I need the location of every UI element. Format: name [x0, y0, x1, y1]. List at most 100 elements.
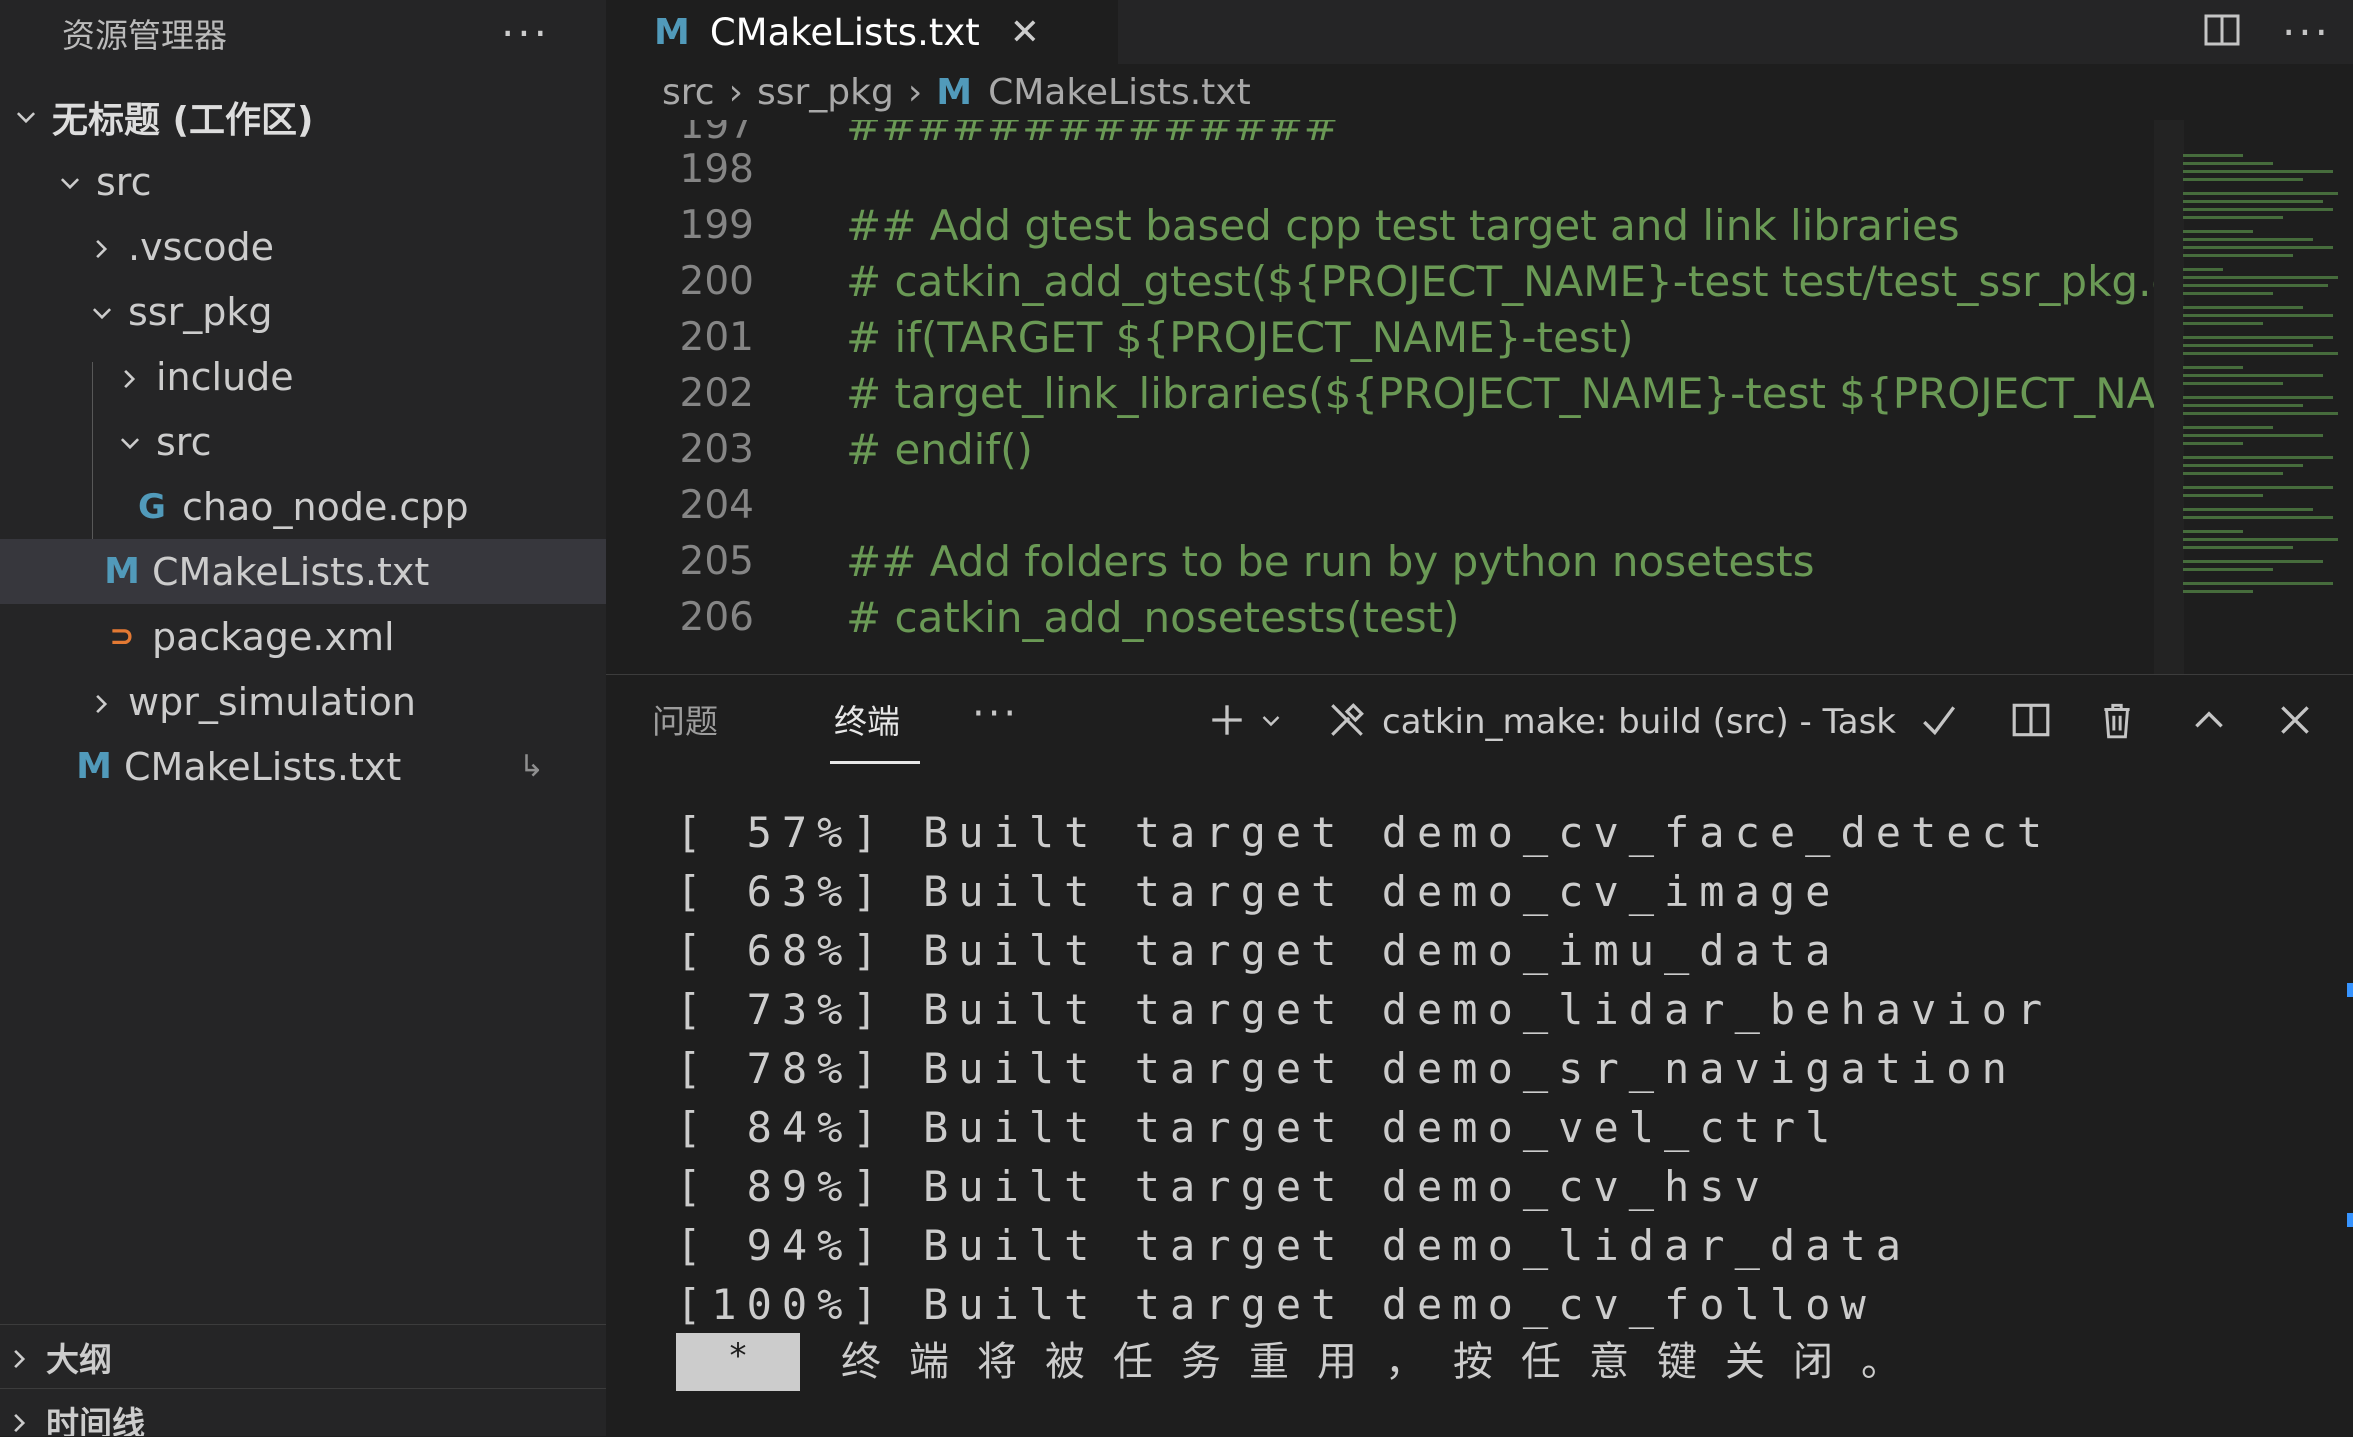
close-panel-icon[interactable] — [2274, 699, 2316, 745]
tree-item-workspace[interactable]: 无标题 (工作区) — [0, 84, 606, 149]
chevron-right-icon: › — [728, 71, 743, 113]
chevron-right-icon: › — [907, 71, 923, 113]
editor-more-icon[interactable]: ··· — [2282, 8, 2331, 57]
code-line: 202 # target_link_libraries(${PROJECT_NAM… — [606, 366, 2154, 422]
breadcrumb: src › ssr_pkg › M CMakeLists.txt — [606, 64, 2353, 120]
chevron-down-icon — [82, 290, 122, 334]
tree-item-chao-node-cpp[interactable]: G chao_node.cpp — [0, 474, 606, 539]
line-number: 201 — [679, 315, 754, 360]
tree-item-label: 无标题 (工作区) — [52, 99, 314, 141]
explorer-sidebar: 资源管理器 ··· 无标题 (工作区) src .vscode ssr_pkg … — [0, 0, 606, 1436]
tree-item-label: .vscode — [128, 224, 275, 269]
check-icon — [1918, 699, 1960, 745]
terminal-line: [ 63%] Built target demo_cv_image — [676, 867, 1841, 916]
maximize-panel-icon[interactable] — [2188, 699, 2230, 745]
new-terminal-icon[interactable] — [1206, 699, 1248, 745]
tree-item-wpr-simulation[interactable]: wpr_simulation — [0, 669, 606, 734]
code-line: 201 # if(TARGET ${PROJECT_NAME}-test) — [606, 310, 2154, 366]
tree-item-include[interactable]: include — [0, 344, 606, 409]
tree-item-package-xml[interactable]: ⊃ package.xml — [0, 604, 606, 669]
code-text: ## Add folders to be run by python noset… — [846, 537, 1815, 586]
line-number: 204 — [679, 483, 754, 528]
chevron-right-icon — [110, 355, 150, 399]
tree-item-src-inner[interactable]: src — [0, 409, 606, 474]
terminal-line: [100%] Built target demo_cv_follow — [676, 1280, 1876, 1329]
breadcrumb-item[interactable]: ssr_pkg — [757, 72, 894, 113]
line-number: 203 — [679, 427, 754, 472]
terminal-line: [ 78%] Built target demo_sr_navigation — [676, 1044, 2017, 1093]
line-number: 206 — [679, 595, 754, 640]
terminal-line: [ 84%] Built target demo_vel_ctrl — [676, 1103, 1841, 1152]
code-line: 206 # catkin_add_nosetests(test) — [606, 590, 2154, 646]
trash-icon[interactable] — [2096, 699, 2138, 745]
code-line: 204 — [606, 478, 2154, 534]
tree-item-cmakelists-root[interactable]: M CMakeLists.txt ↳ — [0, 734, 606, 799]
explorer-more-icon[interactable]: ··· — [501, 9, 550, 58]
cmake-file-icon: M — [76, 746, 112, 787]
terminal-line: [ 89%] Built target demo_cv_hsv — [676, 1162, 1770, 1211]
close-icon[interactable]: ✕ — [1010, 12, 1040, 53]
tab-cmakelists[interactable]: M CMakeLists.txt ✕ — [606, 0, 1118, 64]
tree-item-label: CMakeLists.txt — [124, 744, 402, 789]
code-text: ## Add gtest based cpp test target and l… — [846, 201, 1960, 250]
editor-actions: ··· — [2202, 0, 2331, 64]
tab-label: CMakeLists.txt — [709, 10, 980, 54]
code-text: # catkin_add_nosetests(test) — [846, 593, 1460, 642]
tree-item-label: package.xml — [152, 614, 395, 659]
code-line: 205 ## Add folders to be run by python no… — [606, 534, 2154, 590]
tree-item-ssr-pkg[interactable]: ssr_pkg — [0, 279, 606, 344]
terminal-cursor: * — [676, 1333, 800, 1391]
code-line: 203 # endif() — [606, 422, 2154, 478]
chevron-down-icon — [50, 160, 90, 204]
terminal-output[interactable]: [ 57%] Built target demo_cv_face_detect … — [606, 803, 2353, 1423]
tools-icon — [1326, 699, 1368, 745]
panel-actions: catkin_make: build (src) - Task — [1206, 697, 2316, 747]
split-editor-icon[interactable] — [2202, 10, 2242, 54]
tab-terminal[interactable]: 终端 — [834, 695, 900, 743]
editor-group: M CMakeLists.txt ✕ ··· src › ssr_pkg › M… — [606, 0, 2353, 674]
line-number: 200 — [679, 259, 754, 304]
terminal-line: [ 68%] Built target demo_imu_data — [676, 926, 1841, 975]
minimap[interactable] — [2181, 150, 2341, 670]
outline-section[interactable]: 大纲 — [0, 1324, 606, 1388]
tab-problems[interactable]: 问题 — [652, 695, 718, 743]
timeline-section[interactable]: 时间线 — [0, 1388, 606, 1436]
panel-more-icon[interactable]: ··· — [972, 691, 1019, 737]
terminal-line: [ 57%] Built target demo_cv_face_detect — [676, 808, 2053, 857]
bottom-panel: 问题 终端 ··· catkin_make: build (src) - Tas… — [606, 674, 2353, 1437]
split-terminal-icon[interactable] — [2010, 699, 2052, 745]
timeline-label: 时间线 — [46, 1403, 145, 1437]
code-text: # catkin_add_gtest(${PROJECT_NAME}-test … — [846, 257, 2154, 306]
line-number: 202 — [679, 371, 754, 416]
tree-item-label: src — [96, 159, 152, 204]
chevron-right-icon — [0, 1401, 40, 1436]
rss-file-icon: ⊃ — [109, 619, 135, 654]
tree-item-label: chao_node.cpp — [182, 484, 469, 529]
outline-label: 大纲 — [46, 1339, 112, 1379]
chevron-down-icon — [6, 96, 46, 137]
tab-bar: M CMakeLists.txt ✕ ··· — [606, 0, 2353, 64]
code-line: 198 — [606, 142, 2154, 198]
active-tab-indicator — [830, 761, 920, 764]
code-editor[interactable]: 197 ############## 198 199 ## Add gtest ba… — [606, 120, 2154, 674]
line-number: 198 — [679, 147, 754, 192]
breadcrumb-item[interactable]: CMakeLists.txt — [988, 72, 1251, 113]
task-label[interactable]: catkin_make: build (src) - Task — [1382, 702, 1896, 742]
code-line: 199 ## Add gtest based cpp test target an… — [606, 198, 2154, 254]
code-text: # endif() — [846, 425, 1033, 474]
tree-item-vscode[interactable]: .vscode — [0, 214, 606, 279]
explorer-header: 资源管理器 ··· — [0, 0, 606, 66]
symlink-icon: ↳ — [518, 749, 544, 784]
scrollbar-marker — [2347, 983, 2353, 997]
tree-item-src[interactable]: src — [0, 149, 606, 214]
tree-item-cmakelists-pkg[interactable]: M CMakeLists.txt — [0, 539, 606, 604]
cmake-file-icon: M — [104, 551, 140, 592]
tree-item-label: src — [156, 419, 212, 464]
code-text: # if(TARGET ${PROJECT_NAME}-test) — [846, 313, 1634, 362]
panel-tabs: 问题 终端 ··· catkin_make: build (src) - Tas… — [606, 675, 2353, 771]
chevron-right-icon — [0, 1337, 40, 1376]
breadcrumb-item[interactable]: src — [662, 72, 715, 113]
chevron-down-icon[interactable] — [1256, 705, 1286, 739]
terminal-line: [ 94%] Built target demo_lidar_data — [676, 1221, 1912, 1270]
vertical-ruler — [2154, 120, 2184, 674]
